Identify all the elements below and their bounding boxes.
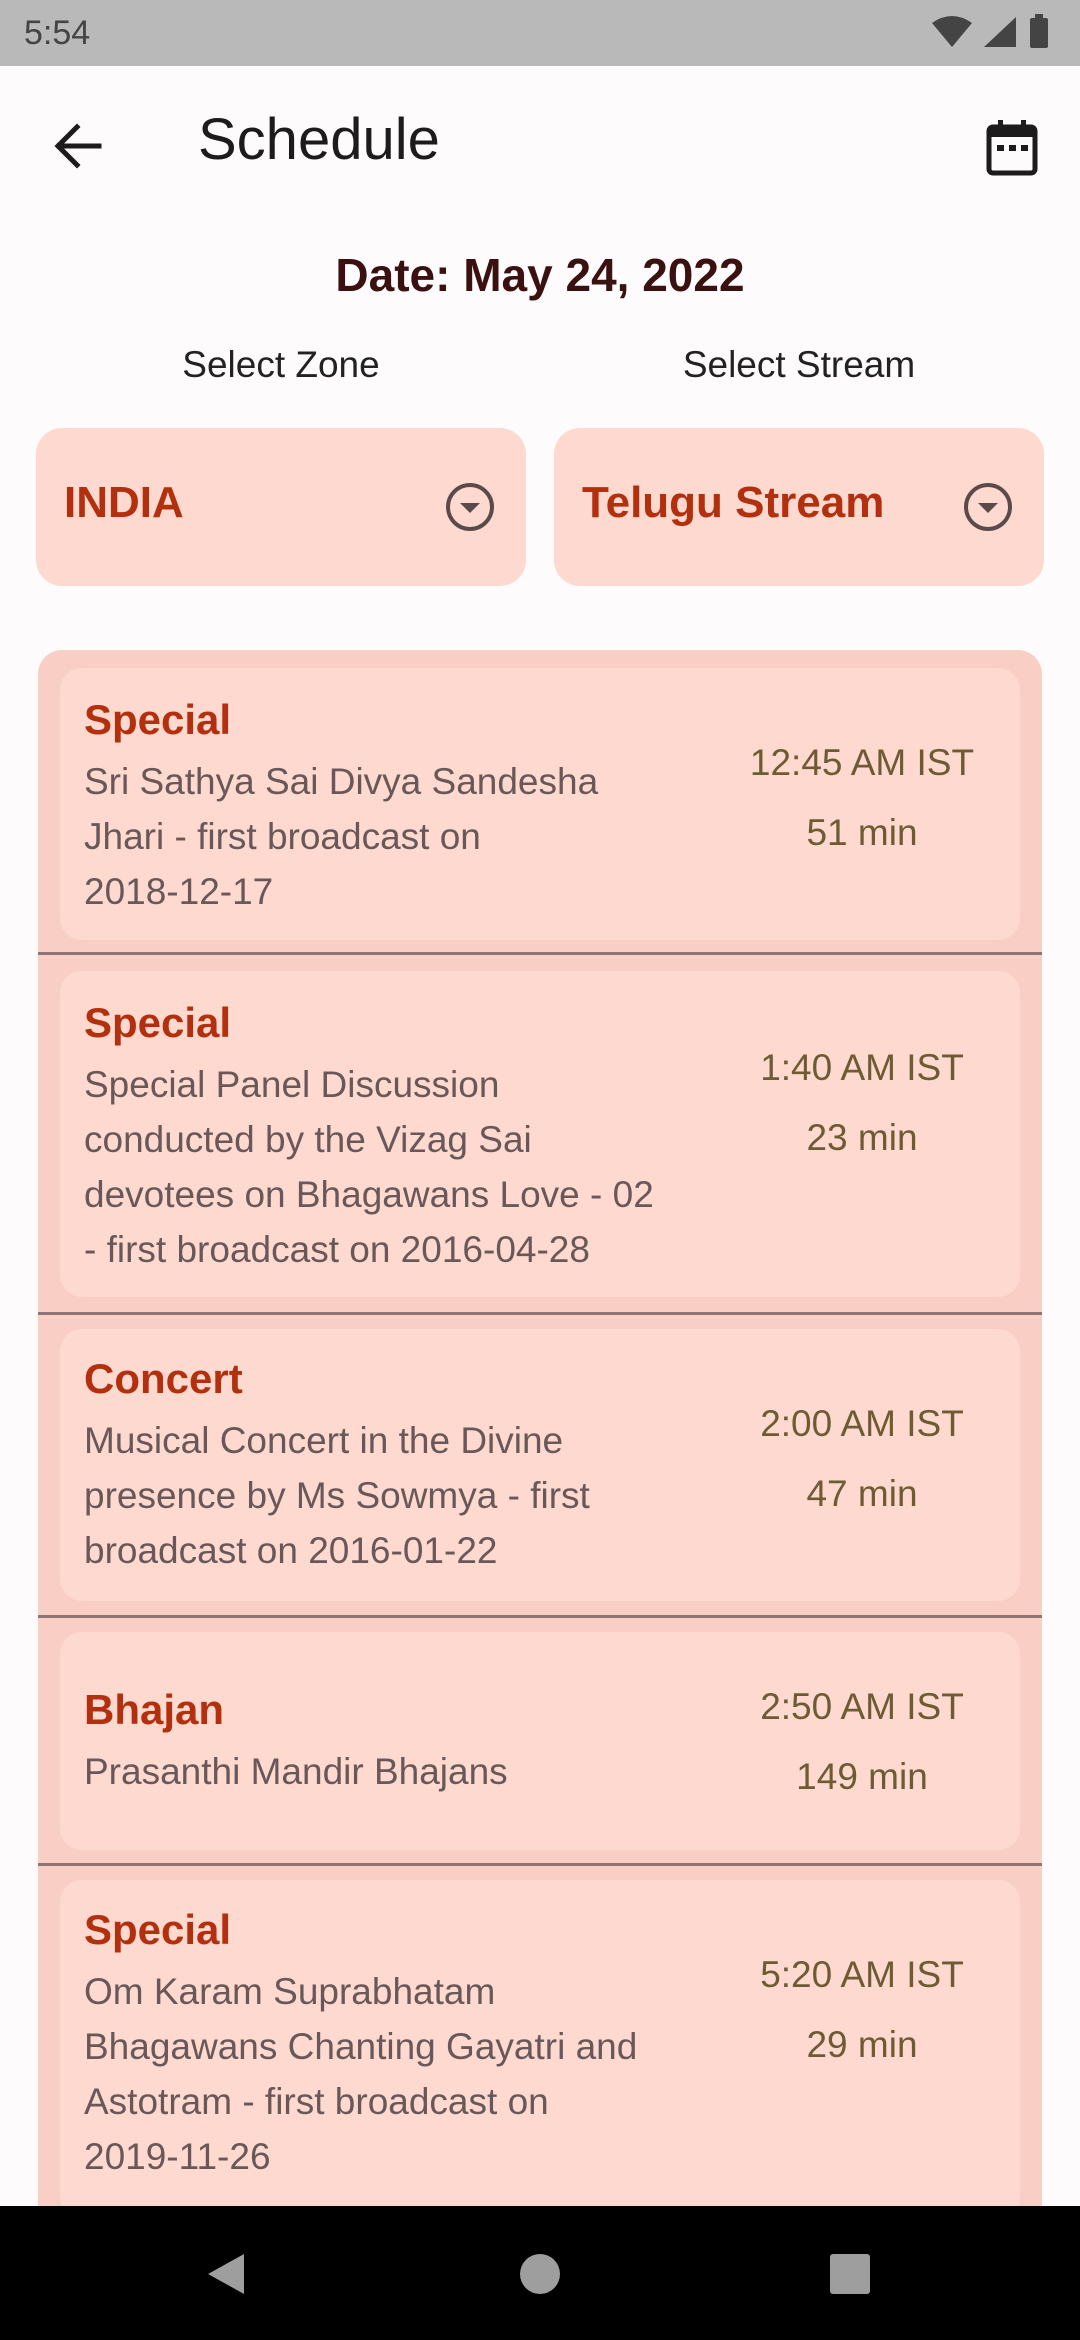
- schedule-item[interactable]: Special Sri Sathya Sai Divya Sandesha Jha…: [38, 650, 1042, 956]
- schedule-list[interactable]: Special Sri Sathya Sai Divya Sandesha Jha…: [38, 650, 1042, 2206]
- schedule-description: Om Karam Suprabhatam Bhagawans Chanting G…: [84, 1971, 638, 2177]
- zone-label: Select Zone: [182, 344, 380, 385]
- schedule-duration: 29 min: [806, 2024, 918, 2065]
- schedule-description: Musical Concert in the Divine presence by…: [84, 1420, 590, 1571]
- schedule-time: 12:45 AM IST: [749, 742, 975, 783]
- schedule-time: 2:00 AM IST: [760, 1403, 964, 1444]
- schedule-item[interactable]: Concert Musical Concert in the Divine pre…: [38, 1315, 1042, 1618]
- battery-icon: [1030, 14, 1048, 48]
- date-label: Date: May 24, 2022: [335, 249, 745, 301]
- schedule-duration: 149 min: [796, 1756, 928, 1797]
- schedule-duration: 23 min: [806, 1117, 918, 1158]
- nav-back-button[interactable]: [196, 2244, 256, 2304]
- stream-dropdown[interactable]: Telugu Stream: [554, 428, 1044, 586]
- nav-home-button[interactable]: [510, 2244, 570, 2304]
- schedule-category: Concert: [84, 1355, 243, 1402]
- page-title: Schedule: [198, 107, 440, 172]
- status-bar: 5:54: [0, 0, 1080, 66]
- calendar-icon: [986, 120, 1038, 176]
- schedule-description: Special Panel Discussion conducted by the…: [84, 1064, 654, 1270]
- status-time: 5:54: [24, 14, 91, 52]
- schedule-time: 1:40 AM IST: [760, 1047, 964, 1088]
- schedule-card: [60, 1632, 1020, 1850]
- schedule-category: Special: [84, 999, 232, 1046]
- stream-label: Select Stream: [682, 344, 916, 385]
- nav-recents-icon: [830, 2254, 870, 2294]
- schedule-description: Sri Sathya Sai Divya Sandesha Jhari - fir…: [84, 761, 599, 912]
- signal-icon: [984, 17, 1016, 47]
- calendar-button[interactable]: [974, 110, 1050, 186]
- app-bar: Schedule: [0, 66, 1080, 216]
- schedule-duration: 47 min: [806, 1473, 918, 1514]
- schedule-item[interactable]: Special Om Karam Suprabhatam Bhagawans Ch…: [38, 1866, 1042, 2206]
- zone-dropdown[interactable]: INDIA: [36, 428, 526, 586]
- dropdown-circle-icon: [964, 483, 1012, 531]
- back-button[interactable]: [40, 108, 116, 184]
- nav-back-icon: [208, 2254, 244, 2294]
- schedule-item[interactable]: Special Special Panel Discussion conducte…: [38, 955, 1042, 1315]
- system-nav-bar: [0, 2206, 1080, 2340]
- nav-home-icon: [520, 2254, 560, 2294]
- stream-value: Telugu Stream: [582, 478, 885, 527]
- schedule-category: Special: [84, 696, 232, 743]
- back-arrow-icon: [54, 123, 102, 169]
- schedule-category: Special: [84, 1906, 232, 1953]
- schedule-item[interactable]: Bhajan Prasanthi Mandir Bhajans 2:50 AM …: [38, 1618, 1042, 1866]
- schedule-duration: 51 min: [806, 812, 918, 853]
- zone-value: INDIA: [64, 478, 184, 527]
- schedule-description: Prasanthi Mandir Bhajans: [84, 1751, 508, 1792]
- nav-recents-button[interactable]: [820, 2244, 880, 2304]
- status-icons: [932, 14, 1050, 50]
- dropdown-circle-icon: [446, 483, 494, 531]
- schedule-time: 5:20 AM IST: [760, 1954, 964, 1995]
- schedule-time: 2:50 AM IST: [760, 1686, 964, 1727]
- wifi-icon: [932, 16, 972, 47]
- schedule-category: Bhajan: [84, 1686, 225, 1733]
